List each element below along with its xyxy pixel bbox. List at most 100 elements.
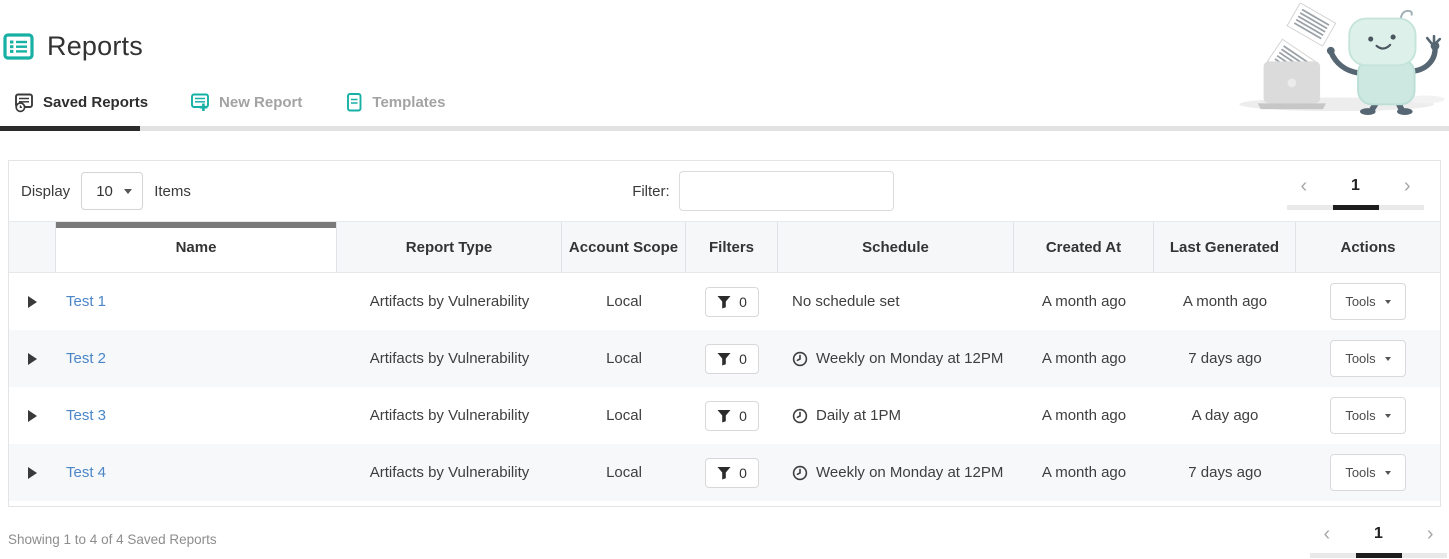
column-header-name[interactable]: Name [56, 222, 337, 272]
chevron-down-icon [1385, 471, 1391, 475]
chevron-down-icon [1385, 300, 1391, 304]
column-header-account-scope[interactable]: Account Scope [562, 222, 686, 272]
account-scope-cell: Local [562, 273, 686, 330]
saved-reports-panel: Display 10 Items Filter: ‹ 1 › [8, 160, 1441, 507]
filters-count-button[interactable]: 0 [705, 458, 759, 488]
filters-count-button[interactable]: 0 [705, 287, 759, 317]
page-header: Reports [0, 0, 1449, 62]
tab-underline-track [0, 126, 1449, 131]
tab-templates[interactable]: Templates [344, 92, 445, 113]
filter-funnel-icon [717, 409, 731, 423]
reports-app-icon [3, 33, 34, 60]
results-summary: Showing 1 to 4 of 4 Saved Reports [8, 532, 217, 547]
page-title: Reports [47, 31, 143, 62]
table-body: Test 1 Artifacts by Vulnerability Local … [9, 273, 1440, 501]
schedule-text: Daily at 1PM [816, 407, 901, 424]
filter-input[interactable] [679, 171, 894, 211]
last-generated-cell: 7 days ago [1154, 444, 1296, 501]
table-row: Test 3 Artifacts by Vulnerability Local … [9, 387, 1440, 444]
tab-label: New Report [219, 94, 302, 111]
table-row: Test 4 Artifacts by Vulnerability Local … [9, 444, 1440, 501]
report-tabs: Saved Reports New Report Templates [0, 92, 1449, 113]
prev-page-icon[interactable]: ‹ [1320, 524, 1335, 544]
filter-label: Filter: [632, 183, 670, 200]
report-name-link[interactable]: Test 1 [66, 293, 106, 310]
tools-button[interactable]: Tools [1330, 454, 1405, 491]
saved-reports-table: Name Report Type Account Scope Filters S… [9, 221, 1440, 506]
column-header-actions[interactable]: Actions [1296, 222, 1440, 272]
created-at-cell: A month ago [1014, 387, 1154, 444]
report-type-cell: Artifacts by Vulnerability [337, 387, 562, 444]
last-generated-cell: A month ago [1154, 273, 1296, 330]
created-at-cell: A month ago [1014, 444, 1154, 501]
report-name-link[interactable]: Test 4 [66, 464, 106, 481]
active-tab-underline [0, 126, 140, 131]
next-page-icon[interactable]: › [1423, 524, 1438, 544]
display-label: Display [21, 183, 70, 200]
expand-row-button[interactable] [28, 296, 37, 308]
table-controls: Display 10 Items Filter: ‹ 1 › [9, 161, 1440, 221]
chevron-down-icon [1385, 357, 1391, 361]
pagination-bottom: ‹ 1 › [1310, 521, 1447, 558]
saved-reports-icon [14, 92, 35, 113]
column-header-report-type[interactable]: Report Type [337, 222, 562, 272]
created-at-cell: A month ago [1014, 273, 1154, 330]
column-header-expand [9, 222, 56, 272]
expand-row-button[interactable] [28, 353, 37, 365]
templates-icon [344, 92, 364, 113]
items-label: Items [154, 183, 191, 200]
reports-page: Reports Saved Reports New Report [0, 0, 1449, 559]
expand-row-button[interactable] [28, 410, 37, 422]
table-row: Test 2 Artifacts by Vulnerability Local … [9, 330, 1440, 387]
chevron-down-icon [1385, 414, 1391, 418]
column-header-created-at[interactable]: Created At [1014, 222, 1154, 272]
created-at-cell: A month ago [1014, 330, 1154, 387]
display-count-value: 10 [96, 183, 113, 200]
display-count-select[interactable]: 10 [81, 172, 143, 210]
robot-mascot-illustration [1234, 3, 1449, 115]
tools-button[interactable]: Tools [1330, 340, 1405, 377]
account-scope-cell: Local [562, 444, 686, 501]
chevron-down-icon [124, 189, 132, 194]
table-footer: Showing 1 to 4 of 4 Saved Reports ‹ 1 › [8, 521, 1447, 558]
report-type-cell: Artifacts by Vulnerability [337, 444, 562, 501]
pagination-indicator-thumb [1333, 205, 1379, 210]
report-name-link[interactable]: Test 3 [66, 407, 106, 424]
current-page-number[interactable]: 1 [1351, 177, 1360, 195]
tab-label: Saved Reports [43, 94, 148, 111]
filters-count-button[interactable]: 0 [705, 401, 759, 431]
pagination-indicator-track [1310, 553, 1447, 558]
report-name-link[interactable]: Test 2 [66, 350, 106, 367]
column-header-last-generated[interactable]: Last Generated [1154, 222, 1296, 272]
account-scope-cell: Local [562, 387, 686, 444]
tab-saved-reports[interactable]: Saved Reports [14, 92, 148, 113]
clock-icon [792, 351, 808, 367]
expand-row-button[interactable] [28, 467, 37, 479]
column-header-schedule[interactable]: Schedule [778, 222, 1014, 272]
tab-label: Templates [372, 94, 445, 111]
tab-new-report[interactable]: New Report [190, 92, 302, 113]
tools-button[interactable]: Tools [1330, 397, 1405, 434]
filter-funnel-icon [717, 295, 731, 309]
table-header-row: Name Report Type Account Scope Filters S… [9, 221, 1440, 273]
clock-icon [792, 465, 808, 481]
column-header-filters[interactable]: Filters [686, 222, 778, 272]
report-type-cell: Artifacts by Vulnerability [337, 330, 562, 387]
schedule-text: Weekly on Monday at 12PM [816, 350, 1003, 367]
schedule-text: No schedule set [792, 293, 900, 310]
table-row: Test 1 Artifacts by Vulnerability Local … [9, 273, 1440, 330]
account-scope-cell: Local [562, 330, 686, 387]
last-generated-cell: A day ago [1154, 387, 1296, 444]
next-page-icon[interactable]: › [1400, 176, 1415, 196]
tools-button[interactable]: Tools [1330, 283, 1405, 320]
filter-funnel-icon [717, 352, 731, 366]
report-type-cell: Artifacts by Vulnerability [337, 273, 562, 330]
current-page-number[interactable]: 1 [1374, 525, 1383, 543]
filters-count-button[interactable]: 0 [705, 344, 759, 374]
filter-funnel-icon [717, 466, 731, 480]
clock-icon [792, 408, 808, 424]
horizontal-scrollbar-thumb[interactable] [56, 222, 336, 228]
schedule-text: Weekly on Monday at 12PM [816, 464, 1003, 481]
last-generated-cell: 7 days ago [1154, 330, 1296, 387]
pagination-indicator-thumb [1356, 553, 1402, 558]
